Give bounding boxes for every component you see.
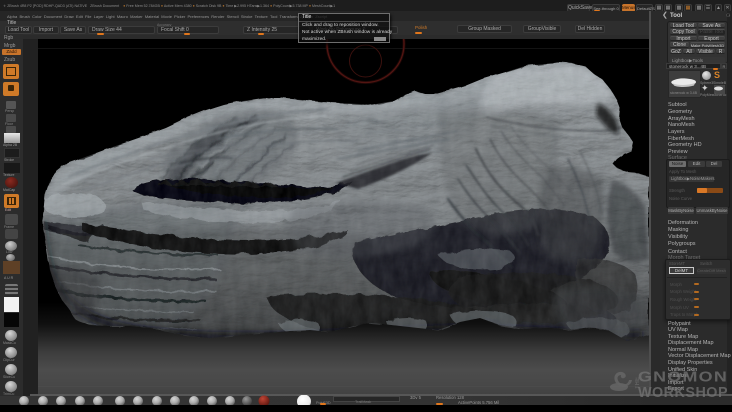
svg-text:GNOMON: GNOMON [638,370,728,386]
svg-text:WORKSHOP: WORKSHOP [638,385,728,401]
